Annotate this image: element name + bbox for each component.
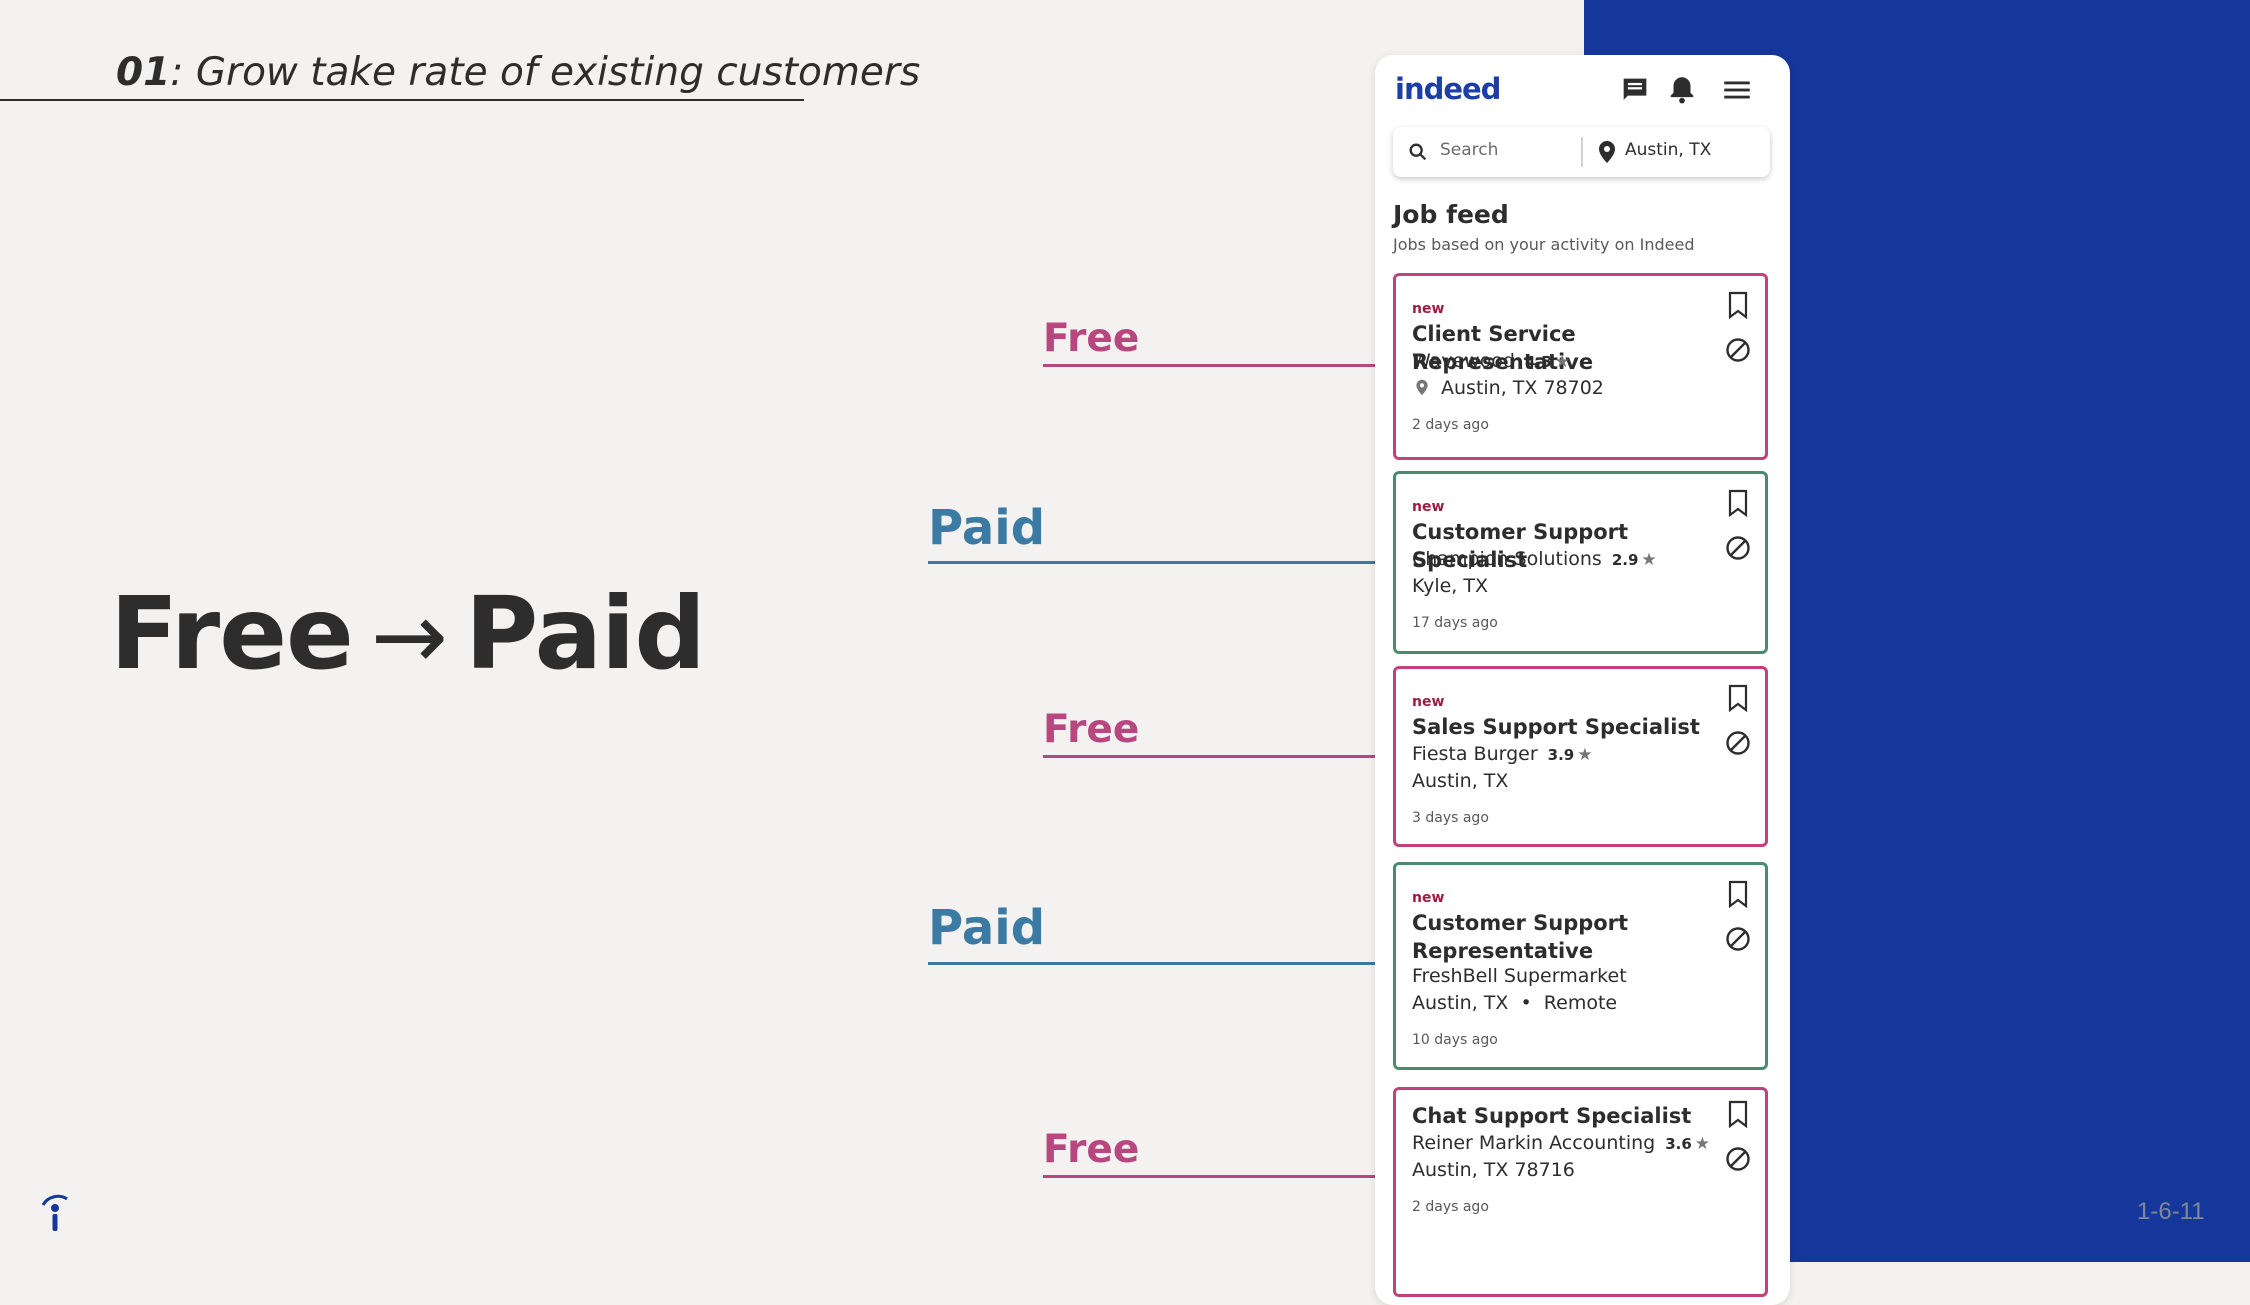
new-badge: new (1412, 301, 1445, 317)
menu-icon[interactable] (1720, 73, 1754, 107)
company-rating: 3.9 (1547, 746, 1575, 764)
connector-line (928, 561, 1395, 564)
company-name: Fiesta Burger (1412, 743, 1538, 765)
bell-icon[interactable] (1665, 73, 1699, 107)
job-location: Austin, TX • Remote (1412, 992, 1618, 1014)
company-name: Reiner Markin Accounting (1412, 1132, 1656, 1154)
star-icon: ★ (1694, 1134, 1711, 1154)
bookmark-icon[interactable] (1726, 489, 1750, 517)
job-location-line: Austin, TX 78702 (1412, 377, 1604, 399)
feed-title: Job feed (1393, 200, 1509, 229)
new-badge: new (1412, 499, 1445, 515)
company-line: Wavewood 4.5 ★ (1412, 350, 1570, 372)
bookmark-icon[interactable] (1726, 880, 1750, 908)
company-rating: 2.9 (1611, 551, 1639, 569)
new-badge: new (1412, 890, 1445, 906)
job-location: Kyle, TX (1412, 575, 1488, 597)
job-title[interactable]: Customer Support Representative (1412, 909, 1632, 965)
star-icon: ★ (1641, 550, 1657, 570)
tag-paid: Paid (928, 900, 1046, 956)
job-card[interactable]: new Client Service Representative Wavewo… (1393, 273, 1768, 460)
search-divider (1581, 137, 1583, 167)
star-icon: ★ (1554, 352, 1570, 372)
company-name: Champion Solutions (1412, 548, 1602, 570)
company-rating: 3.6 (1665, 1135, 1692, 1153)
not-interested-icon[interactable] (1724, 1145, 1752, 1173)
headline-to: Paid (464, 575, 706, 692)
location-input[interactable] (1623, 139, 1762, 161)
job-location: Austin, TX 78702 (1441, 377, 1604, 399)
title-underline (0, 99, 804, 101)
not-interested-icon[interactable] (1724, 729, 1752, 757)
company-rating: 4.5 (1525, 353, 1552, 371)
bookmark-icon[interactable] (1726, 684, 1750, 712)
slide-title-text: : Grow take rate of existing customers (170, 50, 921, 95)
location-pin-icon (1416, 379, 1428, 396)
slide-title-number: 01 (116, 50, 171, 95)
job-card[interactable]: Chat Support Specialist Reiner Markin Ac… (1393, 1087, 1768, 1297)
job-card[interactable]: new Customer Support Representative Fres… (1393, 862, 1768, 1070)
job-title[interactable]: Sales Support Specialist (1412, 713, 1712, 741)
company-name: Wavewood (1412, 350, 1515, 372)
company-line: Reiner Markin Accounting 3.6 ★ (1412, 1132, 1710, 1154)
bookmark-icon[interactable] (1726, 291, 1750, 319)
tag-free: Free (1043, 707, 1140, 752)
company-name: FreshBell Supermarket (1412, 965, 1627, 987)
job-location: Austin, TX (1412, 770, 1509, 792)
headline-arrow: → (370, 583, 448, 690)
page-number: 1-6-11 (2137, 1198, 2205, 1225)
messages-icon[interactable] (1618, 73, 1652, 107)
posted-date: 10 days ago (1412, 1032, 1498, 1048)
job-location: Austin, TX 78716 (1412, 1159, 1575, 1181)
company-line: Champion Solutions 2.9 ★ (1412, 548, 1657, 570)
posted-date: 17 days ago (1412, 615, 1498, 631)
job-card[interactable]: new Sales Support Specialist Fiesta Burg… (1393, 666, 1768, 847)
headline-from: Free (110, 575, 354, 692)
connector-line (1043, 1175, 1395, 1178)
job-title[interactable]: Chat Support Specialist (1412, 1102, 1712, 1130)
indeed-brand-logo[interactable]: indeed (1395, 72, 1501, 106)
tag-free: Free (1043, 316, 1140, 361)
star-icon: ★ (1577, 745, 1593, 765)
slide-title: 01: Grow take rate of existing customers (116, 50, 920, 95)
not-interested-icon[interactable] (1724, 336, 1752, 364)
posted-date: 2 days ago (1412, 1199, 1489, 1215)
headline: Free → Paid (110, 575, 706, 692)
connector-line (928, 962, 1395, 965)
search-bar (1393, 127, 1770, 177)
feed-subtitle: Jobs based on your activity on Indeed (1393, 235, 1695, 254)
new-badge: new (1412, 694, 1445, 710)
connector-line (1043, 755, 1395, 758)
company-line: Fiesta Burger 3.9 ★ (1412, 743, 1593, 765)
search-input[interactable] (1438, 139, 1572, 161)
tag-free: Free (1043, 1127, 1140, 1172)
search-icon (1409, 143, 1427, 161)
not-interested-icon[interactable] (1724, 925, 1752, 953)
job-card[interactable]: new Customer Support Specialist Champion… (1393, 471, 1768, 654)
location-pin-icon (1599, 141, 1615, 163)
not-interested-icon[interactable] (1724, 534, 1752, 562)
bookmark-icon[interactable] (1726, 1100, 1750, 1128)
connector-line (1043, 364, 1395, 367)
phone-mockup: indeed Job feed Jobs based on your activ… (1375, 55, 1790, 1305)
posted-date: 3 days ago (1412, 810, 1489, 826)
indeed-logo-icon (41, 1194, 68, 1231)
posted-date: 2 days ago (1412, 417, 1489, 433)
tag-paid: Paid (928, 500, 1046, 556)
